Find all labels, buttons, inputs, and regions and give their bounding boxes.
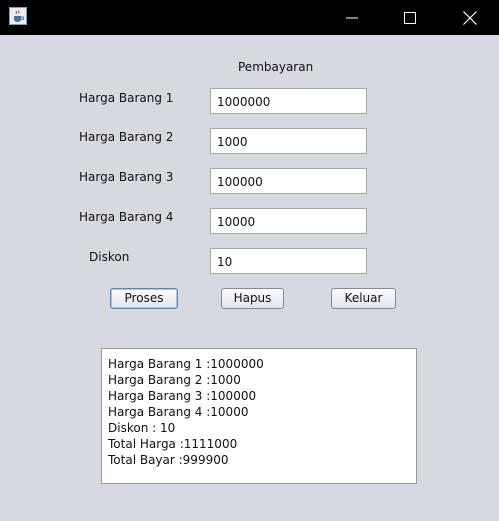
maximize-button[interactable] xyxy=(387,0,433,35)
input-diskon[interactable]: 10 xyxy=(210,248,367,274)
proses-button[interactable]: Proses xyxy=(110,288,178,309)
label-harga-barang-4: Harga Barang 4 xyxy=(79,210,174,224)
label-harga-barang-3: Harga Barang 3 xyxy=(79,170,174,184)
label-harga-barang-2: Harga Barang 2 xyxy=(79,130,174,144)
minimize-icon xyxy=(346,17,358,18)
title-bar[interactable] xyxy=(0,0,499,35)
input-harga-barang-3[interactable]: 100000 xyxy=(210,168,367,194)
output-textarea[interactable]: Harga Barang 1 :1000000 Harga Barang 2 :… xyxy=(101,348,417,484)
label-harga-barang-1: Harga Barang 1 xyxy=(79,91,174,105)
maximize-icon xyxy=(404,11,416,24)
label-diskon: Diskon xyxy=(89,250,130,264)
close-button[interactable] xyxy=(447,0,493,35)
output-line: Diskon : 10 xyxy=(108,421,176,435)
java-cup-icon[interactable] xyxy=(9,7,27,25)
close-icon xyxy=(463,10,477,25)
form-panel: Pembayaran Harga Barang 1 1000000 Harga … xyxy=(0,35,499,521)
output-line: Harga Barang 1 :1000000 xyxy=(108,357,264,371)
output-line: Harga Barang 4 :10000 xyxy=(108,405,249,419)
hapus-button[interactable]: Hapus xyxy=(221,288,284,309)
input-harga-barang-1[interactable]: 1000000 xyxy=(210,88,367,114)
minimize-button[interactable] xyxy=(329,0,375,35)
output-line: Harga Barang 2 :1000 xyxy=(108,373,241,387)
input-harga-barang-4[interactable]: 10000 xyxy=(210,208,367,234)
form-title: Pembayaran xyxy=(238,60,314,74)
application-window: Pembayaran Harga Barang 1 1000000 Harga … xyxy=(0,0,499,521)
output-line: Total Bayar :999900 xyxy=(108,453,229,467)
output-line: Total Harga :1111000 xyxy=(108,437,238,451)
keluar-button[interactable]: Keluar xyxy=(331,288,396,309)
output-line: Harga Barang 3 :100000 xyxy=(108,389,257,403)
input-harga-barang-2[interactable]: 1000 xyxy=(210,128,367,154)
